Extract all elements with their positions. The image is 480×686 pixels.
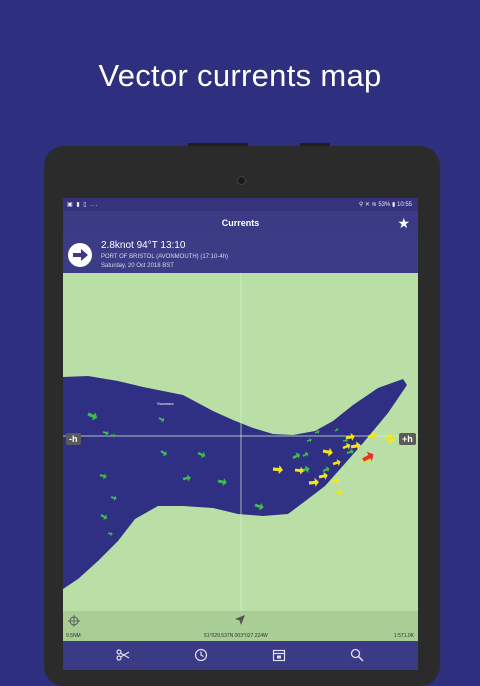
scale-right: 1:571.0K [393,633,414,639]
headline: Vector currents map [98,58,382,93]
gps-locate-icon[interactable] [68,615,80,627]
battery-level: 53% [378,202,391,208]
cursor-coordinates: 51°029.537N 003°027.224W [204,633,268,639]
navigate-icon[interactable] [234,614,246,626]
map-info-strip: 9.5NM 51°029.537N 003°027.224W 1:571.0K [63,611,418,641]
favorite-star-icon[interactable]: ★ [397,215,410,232]
app-bar: Currents ★ [63,211,418,237]
location-icon: ⚲ [358,202,364,208]
wifi-icon: ≋ [371,202,377,208]
battery-icon: ▮ [392,202,396,208]
time-back-button[interactable]: -h [66,433,81,445]
place-label: Swansea [157,401,174,406]
time-forward-button[interactable]: +h [399,433,416,445]
scissors-icon[interactable] [116,648,130,662]
mute-icon: ✕ [364,202,370,208]
status-bar: ▣ ▮ ▯ ... ⚲ ✕ ≋ 53% ▮ 10:55 [63,198,418,211]
currents-map[interactable]: Swansea [63,273,418,611]
app-title: Currents [221,218,260,228]
current-station: PORT OF BRISTOL (AVONMOUTH) (17:10-4h) [101,254,229,260]
bottom-navigation [63,641,418,670]
clock-time: 10:55 [396,202,412,208]
current-reading: 2.8knot 94°T 13:10 [101,240,186,251]
current-date: Saturday, 20 Oct 2018 BST [101,263,174,269]
notification-icons: ▣ ▮ ▯ ... [67,202,99,208]
clock-icon[interactable] [194,648,208,662]
current-info-panel: 2.8knot 94°T 13:10 PORT OF BRISTOL (AVON… [63,237,418,273]
status-right: ⚲ ✕ ≋ 53% ▮ 10:55 [359,201,412,208]
scale-left: 9.5NM [66,633,81,639]
tablet-screen: ▣ ▮ ▯ ... ⚲ ✕ ≋ 53% ▮ 10:55 Currents ★ 2… [63,198,418,670]
direction-arrow-icon [68,243,92,267]
calendar-icon[interactable] [272,648,286,662]
camera-icon [237,176,246,185]
search-icon[interactable] [350,648,364,662]
